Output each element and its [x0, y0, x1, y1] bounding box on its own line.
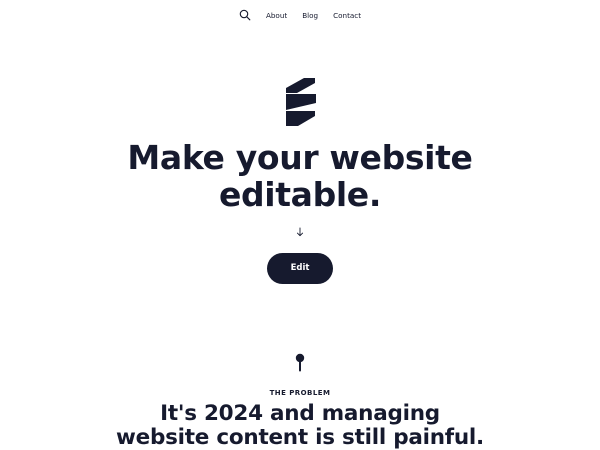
- problem-title: It's 2024 and managing website content i…: [0, 402, 600, 450]
- page: About Blog Contact Make your website edi…: [0, 0, 600, 450]
- nav-link-contact[interactable]: Contact: [333, 11, 361, 20]
- arrow-down-icon: [296, 227, 304, 237]
- stacked-bars-logo: [286, 78, 316, 126]
- search-icon[interactable]: [239, 9, 251, 21]
- pin-icon: [295, 353, 305, 372]
- problem-title-line-2: website content is still painful.: [116, 425, 484, 450]
- hero-title-line-1: Make your website: [127, 138, 473, 177]
- edit-button[interactable]: Edit: [267, 253, 333, 284]
- hero-title-line-2: editable.: [218, 175, 382, 214]
- problem-title-line-1: It's 2024 and managing: [160, 401, 440, 426]
- top-navigation: About Blog Contact: [0, 7, 600, 23]
- nav-link-about[interactable]: About: [266, 11, 287, 20]
- nav-link-blog[interactable]: Blog: [302, 11, 318, 20]
- problem-eyebrow: THE PROBLEM: [269, 389, 331, 397]
- hero-title: Make your website editable.: [0, 139, 600, 213]
